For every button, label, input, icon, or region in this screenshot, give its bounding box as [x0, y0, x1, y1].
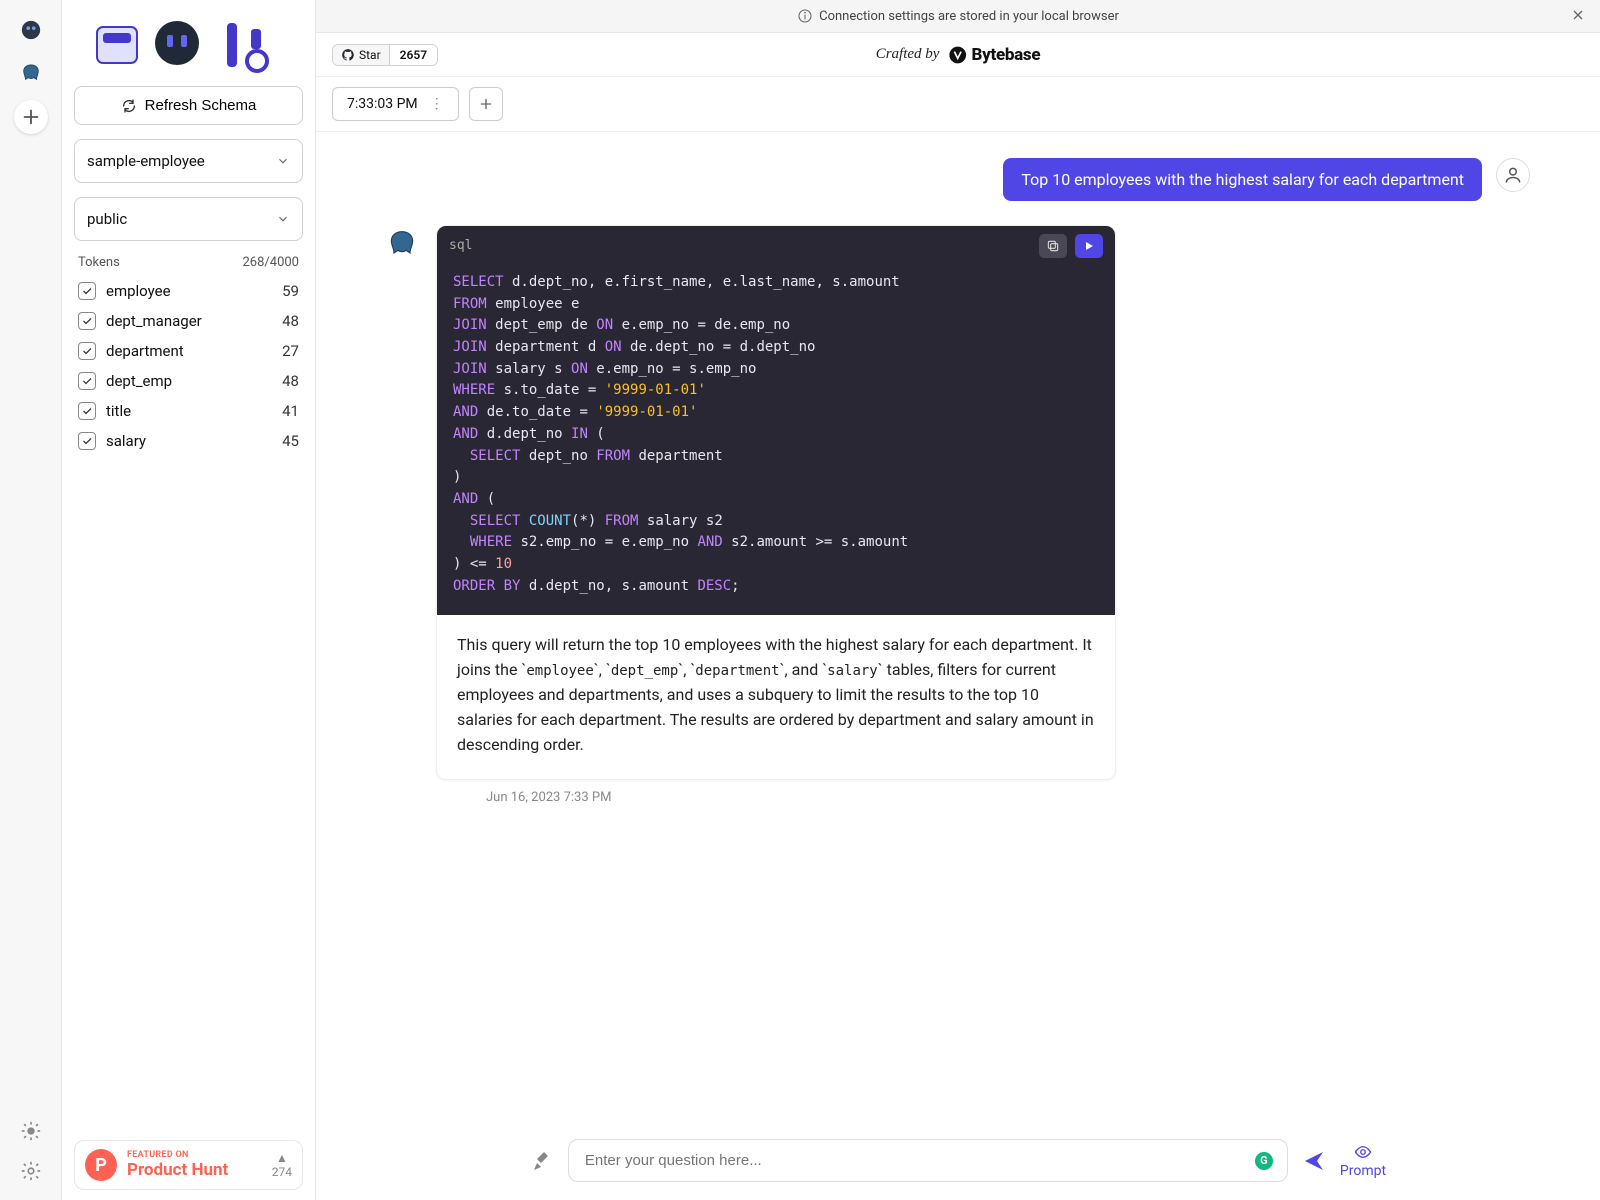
refresh-label: Refresh Schema	[145, 97, 257, 114]
settings-icon[interactable]	[20, 1160, 42, 1186]
tokens-row: Tokens 268/4000	[74, 255, 303, 270]
table-item[interactable]: salary45	[74, 426, 303, 456]
table-item[interactable]: dept_manager48	[74, 306, 303, 336]
chevron-down-icon	[276, 212, 290, 226]
topbar: Star 2657 Crafted by Bytebase	[316, 33, 1600, 77]
table-item[interactable]: employee59	[74, 276, 303, 306]
prompt-button[interactable]: Prompt	[1340, 1143, 1386, 1179]
tabs-row: 7:33:03 PM ⋮	[316, 77, 1600, 132]
table-item[interactable]: department27	[74, 336, 303, 366]
eye-icon	[1351, 1143, 1375, 1161]
checkbox-icon[interactable]	[78, 372, 96, 390]
theme-toggle-icon[interactable]	[20, 1120, 42, 1146]
message-input[interactable]	[585, 1152, 1237, 1169]
tab-menu-icon[interactable]: ⋮	[430, 96, 444, 112]
assistant-message-row: sql SELECT d.dept_no, e.first_name, e.l	[386, 225, 1530, 805]
sidebar: Refresh Schema sample-employee public To…	[62, 0, 316, 1200]
user-avatar-icon	[1496, 158, 1530, 192]
checkbox-icon[interactable]	[78, 282, 96, 300]
checkbox-icon[interactable]	[78, 402, 96, 420]
assistant-card: sql SELECT d.dept_no, e.first_name, e.l	[436, 225, 1116, 780]
copy-code-button[interactable]	[1039, 234, 1067, 258]
refresh-schema-button[interactable]: Refresh Schema	[74, 86, 303, 125]
close-banner-button[interactable]	[1570, 7, 1586, 27]
upvote-count: ▲ 274	[272, 1151, 292, 1179]
product-hunt-icon: P	[85, 1149, 117, 1181]
checkbox-icon[interactable]	[78, 312, 96, 330]
send-button[interactable]	[1302, 1149, 1326, 1173]
sql-code: SELECT d.dept_no, e.first_name, e.last_n…	[437, 266, 1115, 615]
github-icon	[341, 48, 355, 62]
composer: G Prompt	[316, 1139, 1600, 1182]
schema-select[interactable]: public	[74, 197, 303, 241]
app-avatar-1[interactable]	[13, 12, 49, 48]
checkbox-icon[interactable]	[78, 432, 96, 450]
table-item[interactable]: title41	[74, 396, 303, 426]
app-avatar-2[interactable]	[13, 56, 49, 92]
grammarly-icon: G	[1255, 1152, 1273, 1170]
github-star-button[interactable]: Star 2657	[332, 44, 438, 66]
table-list: employee59 dept_manager48 department27 d…	[74, 276, 303, 456]
new-tab-button[interactable]	[469, 87, 503, 121]
checkbox-icon[interactable]	[78, 342, 96, 360]
conversation-tab[interactable]: 7:33:03 PM ⋮	[332, 87, 459, 121]
info-banner: Connection settings are stored in your l…	[316, 0, 1600, 33]
crafted-by: Crafted by Bytebase	[876, 45, 1041, 65]
code-language-label: sql	[449, 236, 472, 256]
message-timestamp: Jun 16, 2023 7:33 PM	[486, 790, 1116, 805]
message-input-wrap: G	[568, 1139, 1288, 1182]
left-rail	[0, 0, 62, 1200]
chevron-down-icon	[276, 154, 290, 168]
add-connection-button[interactable]	[14, 100, 48, 134]
chat-area: Top 10 employees with the highest salary…	[316, 132, 1600, 1200]
refresh-icon	[121, 98, 137, 114]
assistant-avatar-icon	[386, 229, 420, 263]
user-message-row: Top 10 employees with the highest salary…	[386, 158, 1530, 201]
clear-chat-button[interactable]	[530, 1149, 554, 1173]
code-block: sql SELECT d.dept_no, e.first_name, e.l	[437, 226, 1115, 615]
run-code-button[interactable]	[1075, 234, 1103, 258]
user-message: Top 10 employees with the highest salary…	[1003, 158, 1482, 201]
info-icon	[797, 8, 813, 24]
bytebase-logo[interactable]: Bytebase	[947, 45, 1040, 65]
database-select[interactable]: sample-employee	[74, 139, 303, 183]
app-logo	[86, 12, 292, 78]
assistant-explanation: This query will return the top 10 employ…	[437, 615, 1115, 779]
product-hunt-badge[interactable]: P FEATURED ON Product Hunt ▲ 274	[74, 1140, 303, 1190]
table-item[interactable]: dept_emp48	[74, 366, 303, 396]
main-area: Connection settings are stored in your l…	[316, 0, 1600, 1200]
